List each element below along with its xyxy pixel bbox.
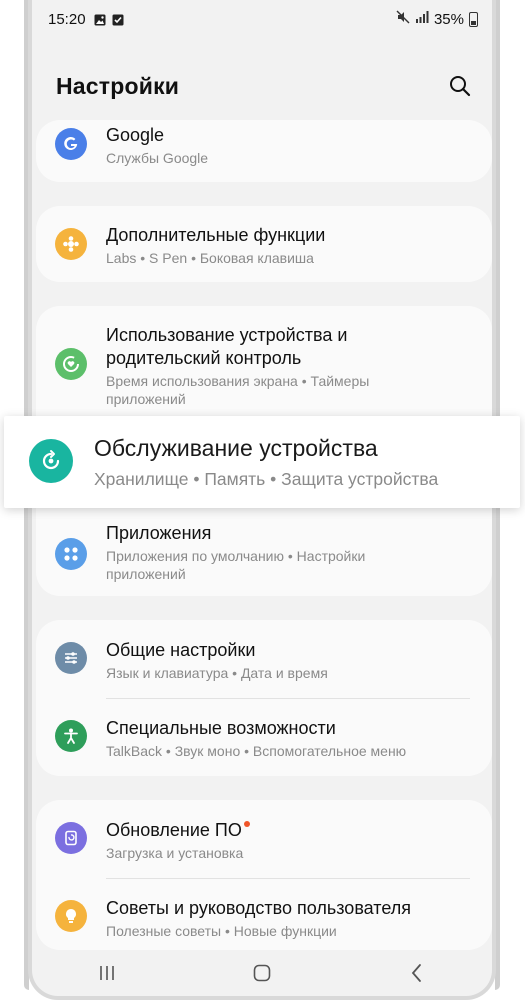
settings-item-tips[interactable]: Советы и руководство пользователя Полезн… [36,880,492,950]
card-advanced: Дополнительные функции Labs • S Pen • Бо… [36,206,492,282]
mute-icon [396,10,410,28]
battery-text: 35% [433,10,464,28]
puzzle-icon [55,228,87,260]
item-subtitle: Полезные советы • Новые функции [106,923,337,939]
settings-item-apps[interactable]: Приложения Приложения по умолчанию • Нас… [36,512,492,596]
search-button[interactable] [446,72,474,100]
divider [106,878,470,879]
divider [106,698,470,699]
item-title-line1: Использование устройства и [106,325,348,345]
accessibility-icon [55,720,87,752]
google-icon [55,128,87,160]
item-subtitle-line1: Время использования экрана • Таймеры [106,373,370,389]
settings-item-software-update[interactable]: Обновление ПО Загрузка и установка [36,800,492,876]
recent-apps-button[interactable] [87,953,127,993]
item-title: Обновление ПО [106,819,472,842]
signal-icon [415,10,429,28]
header: Настройки [56,70,474,102]
item-title: Google [106,125,165,145]
recent-apps-icon [100,966,115,980]
software-update-icon [55,822,87,854]
item-title: Дополнительные функции [106,225,326,245]
navigation-bar [30,950,494,996]
item-subtitle: Загрузка и установка [106,845,244,861]
settings-item-google[interactable]: Google Службы Google [36,120,492,182]
home-button[interactable] [242,953,282,993]
item-title: Общие настройки [106,640,256,660]
notification-dot [243,821,250,827]
status-time: 15:20 [48,10,86,28]
status-right: 35% [396,10,478,28]
item-subtitle: Язык и клавиатура • Дата и время [106,665,328,681]
item-title-text: Обновление ПО [106,820,242,840]
item-subtitle: Службы Google [106,150,209,166]
page-title: Настройки [56,72,180,99]
settings-item-general-management[interactable]: Общие настройки Язык и клавиатура • Дата… [36,620,492,696]
item-subtitle-line2: приложений [106,391,186,407]
item-title-line2: родительский контроль [106,348,302,368]
card-general: Общие настройки Язык и клавиатура • Дата… [36,620,492,776]
device-care-icon [29,439,73,483]
item-subtitle: Хранилище • Память • Защита устройства [94,469,439,489]
item-subtitle: Labs • S Pen • Боковая клавиша [106,250,314,266]
image-icon [94,13,106,26]
item-subtitle: TalkBack • Звук моно • Вспомогательное м… [106,743,407,759]
item-title: Советы и руководство пользователя [106,898,411,918]
status-bar: 15:20 35% [48,8,478,30]
checkbox-icon [112,13,124,26]
back-button[interactable] [397,953,437,993]
settings-item-device-care[interactable]: Обслуживание устройства Хранилище • Памя… [4,416,520,508]
search-icon [450,76,471,97]
sliders-icon [55,642,87,674]
card-update: Обновление ПО Загрузка и установка Совет… [36,800,492,950]
item-title: Обслуживание устройства [94,435,378,461]
battery-icon [469,11,478,27]
settings-item-advanced-features[interactable]: Дополнительные функции Labs • S Pen • Бо… [36,206,492,282]
item-title: Специальные возможности [106,718,336,738]
item-subtitle-line2: приложений [106,566,186,582]
settings-item-digital-wellbeing[interactable]: Использование устройства и родительский … [36,306,492,416]
settings-item-accessibility[interactable]: Специальные возможности TalkBack • Звук … [36,700,492,776]
home-icon [253,964,271,982]
back-icon [411,964,421,982]
item-title: Приложения [106,523,212,543]
card-google: Google Службы Google [36,120,492,182]
apps-icon [55,538,87,570]
tips-icon [55,900,87,932]
digital-wellbeing-icon [55,348,87,380]
item-subtitle-line1: Приложения по умолчанию • Настройки [106,548,366,564]
